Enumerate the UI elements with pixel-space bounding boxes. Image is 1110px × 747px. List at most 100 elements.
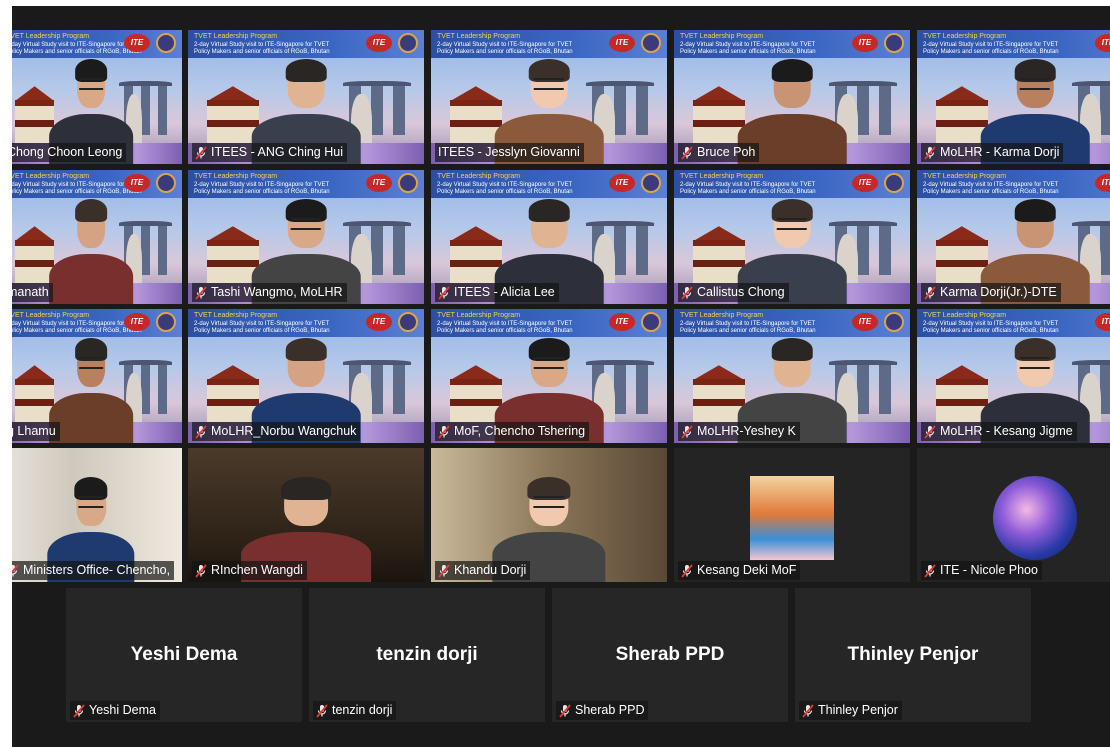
participant-tile[interactable]: Ministers Office- Chencho,	[12, 448, 182, 582]
banner-subtitle: 2-day Virtual Study visit to ITE-Singapo…	[923, 321, 1059, 335]
participant-name-text: Karma Dorji(Jr.)-DTE	[940, 285, 1057, 299]
bhutan-seal-icon	[641, 33, 661, 53]
participant-tile[interactable]: TVET Leadership Program 2-day Virtual Stu…	[12, 30, 182, 164]
participant-tile[interactable]: Khandu Dorji	[431, 448, 667, 582]
participant-name-text: Callistus Chong	[697, 285, 785, 299]
banner-subtitle-line: 2-day Virtual Study visit to ITE-Singapo…	[194, 42, 330, 48]
participant-name-text: Chong Choon Leong	[12, 145, 123, 159]
participant-tile-no-video[interactable]: Yeshi Dema Yeshi Dema	[66, 588, 302, 722]
bhutan-seal-icon	[398, 312, 418, 332]
banner-subtitle-line: Policy Makers and senior officials of RG…	[923, 328, 1059, 334]
participant-tile[interactable]: TVET Leadership Program 2-day Virtual Stu…	[674, 30, 910, 164]
banner-subtitle-line: Policy Makers and senior officials of RG…	[12, 328, 142, 334]
muted-microphone-icon	[438, 563, 450, 578]
banner-subtitle: 2-day Virtual Study visit to ITE-Singapo…	[437, 42, 573, 56]
ite-logo: ITE	[852, 34, 878, 52]
profile-picture	[750, 476, 834, 560]
ite-logo: ITE	[124, 313, 150, 331]
banner-subtitle-line: 2-day Virtual Study visit to ITE-Singapo…	[437, 42, 573, 48]
bhutan-seal-icon	[884, 33, 904, 53]
participant-name-label: Karma Dorji(Jr.)-DTE	[921, 283, 1061, 302]
program-banner: TVET Leadership Program 2-day Virtual Stu…	[431, 309, 667, 337]
banner-title: TVET Leadership Program	[12, 312, 90, 319]
muted-microphone-icon	[195, 145, 207, 160]
participant-tile[interactable]: TVET Leadership Program 2-day Virtual Stu…	[188, 170, 424, 304]
participant-tile[interactable]: TVET Leadership Program 2-day Virtual Stu…	[12, 170, 182, 304]
banner-title: TVET Leadership Program	[12, 33, 90, 40]
program-banner: TVET Leadership Program 2-day Virtual Stu…	[12, 170, 182, 198]
ite-logo: ITE	[1095, 174, 1110, 192]
banner-subtitle-line: Policy Makers and senior officials of RG…	[194, 328, 330, 334]
bhutan-seal-icon	[156, 33, 176, 53]
muted-microphone-icon	[12, 563, 19, 578]
participant-tile[interactable]: TVET Leadership Program 2-day Virtual Stu…	[12, 309, 182, 443]
participant-tile[interactable]: Kesang Deki MoF	[674, 448, 910, 582]
bhutan-seal-icon	[398, 33, 418, 53]
participant-name-label: Sherab PPD	[556, 701, 649, 720]
participant-tile[interactable]: TVET Leadership Program 2-day Virtual Stu…	[431, 309, 667, 443]
banner-subtitle-line: Policy Makers and senior officials of RG…	[12, 189, 142, 195]
participant-name-label: ITEES - ANG Ching Hui	[192, 143, 347, 162]
participant-name-label: MoLHR-Yeshey K	[678, 422, 800, 441]
bhutan-seal-icon	[884, 312, 904, 332]
banner-subtitle-line: 2-day Virtual Study visit to ITE-Singapo…	[12, 182, 142, 188]
banner-subtitle-line: 2-day Virtual Study visit to ITE-Singapo…	[12, 42, 142, 48]
banner-subtitle: 2-day Virtual Study visit to ITE-Singapo…	[12, 182, 142, 196]
participant-name-text: MoF, Chencho Tshering	[454, 424, 586, 438]
muted-microphone-icon	[924, 563, 936, 578]
participant-tile[interactable]: TVET Leadership Program 2-day Virtual Stu…	[917, 30, 1110, 164]
participant-name-label: MoLHR - Kesang Jigme	[921, 422, 1077, 441]
ite-logo: ITE	[609, 313, 635, 331]
participant-tile[interactable]: TVET Leadership Program 2-day Virtual Stu…	[431, 170, 667, 304]
banner-subtitle: 2-day Virtual Study visit to ITE-Singapo…	[437, 321, 573, 335]
program-banner: TVET Leadership Program 2-day Virtual Stu…	[917, 309, 1110, 337]
banner-subtitle-line: Policy Makers and senior officials of RG…	[437, 328, 573, 334]
participant-tile-no-video[interactable]: Sherab PPD Sherab PPD	[552, 588, 788, 722]
banner-subtitle-line: 2-day Virtual Study visit to ITE-Singapo…	[923, 182, 1059, 188]
program-banner: TVET Leadership Program 2-day Virtual Stu…	[917, 170, 1110, 198]
banner-title: TVET Leadership Program	[194, 312, 278, 319]
banner-subtitle: 2-day Virtual Study visit to ITE-Singapo…	[437, 182, 573, 196]
participant-tile[interactable]: TVET Leadership Program 2-day Virtual Stu…	[431, 30, 667, 164]
banner-subtitle-line: Policy Makers and senior officials of RG…	[923, 189, 1059, 195]
ite-logo: ITE	[609, 34, 635, 52]
participant-name-label: tenzin dorji	[313, 701, 397, 720]
participant-name-label: g Lhamu	[12, 422, 60, 441]
banner-title: TVET Leadership Program	[437, 33, 521, 40]
participant-tile[interactable]: TVET Leadership Program 2-day Virtual Stu…	[188, 309, 424, 443]
muted-microphone-icon	[681, 285, 693, 300]
participant-name-label: RInchen Wangdi	[192, 561, 307, 580]
banner-subtitle-line: 2-day Virtual Study visit to ITE-Singapo…	[437, 182, 573, 188]
participant-name-text: manath	[12, 285, 49, 299]
participant-tile-no-video[interactable]: tenzin dorji tenzin dorji	[309, 588, 545, 722]
banner-subtitle-line: 2-day Virtual Study visit to ITE-Singapo…	[437, 321, 573, 327]
participant-name-label: Khandu Dorji	[435, 561, 531, 580]
participant-name-label: Bruce Poh	[678, 143, 760, 162]
participant-tile[interactable]: TVET Leadership Program 2-day Virtual Stu…	[188, 30, 424, 164]
ite-logo: ITE	[124, 174, 150, 192]
participant-tile[interactable]: RInchen Wangdi	[188, 448, 424, 582]
participant-name-text: Khandu Dorji	[454, 563, 527, 577]
program-banner: TVET Leadership Program 2-day Virtual Stu…	[12, 309, 182, 337]
participant-name-text: MoLHR_Norbu Wangchuk	[211, 424, 357, 438]
participant-name-text: ITEES - Jesslyn Giovanni	[438, 145, 580, 159]
participant-tile[interactable]: ITE - Nicole Phoo	[917, 448, 1110, 582]
participant-name-text: MoLHR - Kesang Jigme	[940, 424, 1073, 438]
participant-tile[interactable]: TVET Leadership Program 2-day Virtual Stu…	[674, 309, 910, 443]
muted-microphone-icon	[73, 703, 85, 718]
banner-subtitle-line: 2-day Virtual Study visit to ITE-Singapo…	[194, 321, 330, 327]
participant-tile[interactable]: TVET Leadership Program 2-day Virtual Stu…	[674, 170, 910, 304]
banner-subtitle-line: Policy Makers and senior officials of RG…	[437, 189, 573, 195]
bhutan-seal-icon	[884, 173, 904, 193]
profile-picture	[993, 476, 1077, 560]
program-banner: TVET Leadership Program 2-day Virtual Stu…	[12, 30, 182, 58]
participant-name-label: Tashi Wangmo, MoLHR	[192, 283, 347, 302]
muted-microphone-icon	[438, 285, 450, 300]
participant-video	[49, 199, 133, 304]
participant-tile-no-video[interactable]: Thinley Penjor Thinley Penjor	[795, 588, 1031, 722]
participant-tile[interactable]: TVET Leadership Program 2-day Virtual Stu…	[917, 170, 1110, 304]
participant-name-label: ITE - Nicole Phoo	[921, 561, 1042, 580]
participant-name-label: MoLHR - Karma Dorji	[921, 143, 1064, 162]
participant-name-label: Thinley Penjor	[799, 701, 902, 720]
participant-tile[interactable]: TVET Leadership Program 2-day Virtual Stu…	[917, 309, 1110, 443]
